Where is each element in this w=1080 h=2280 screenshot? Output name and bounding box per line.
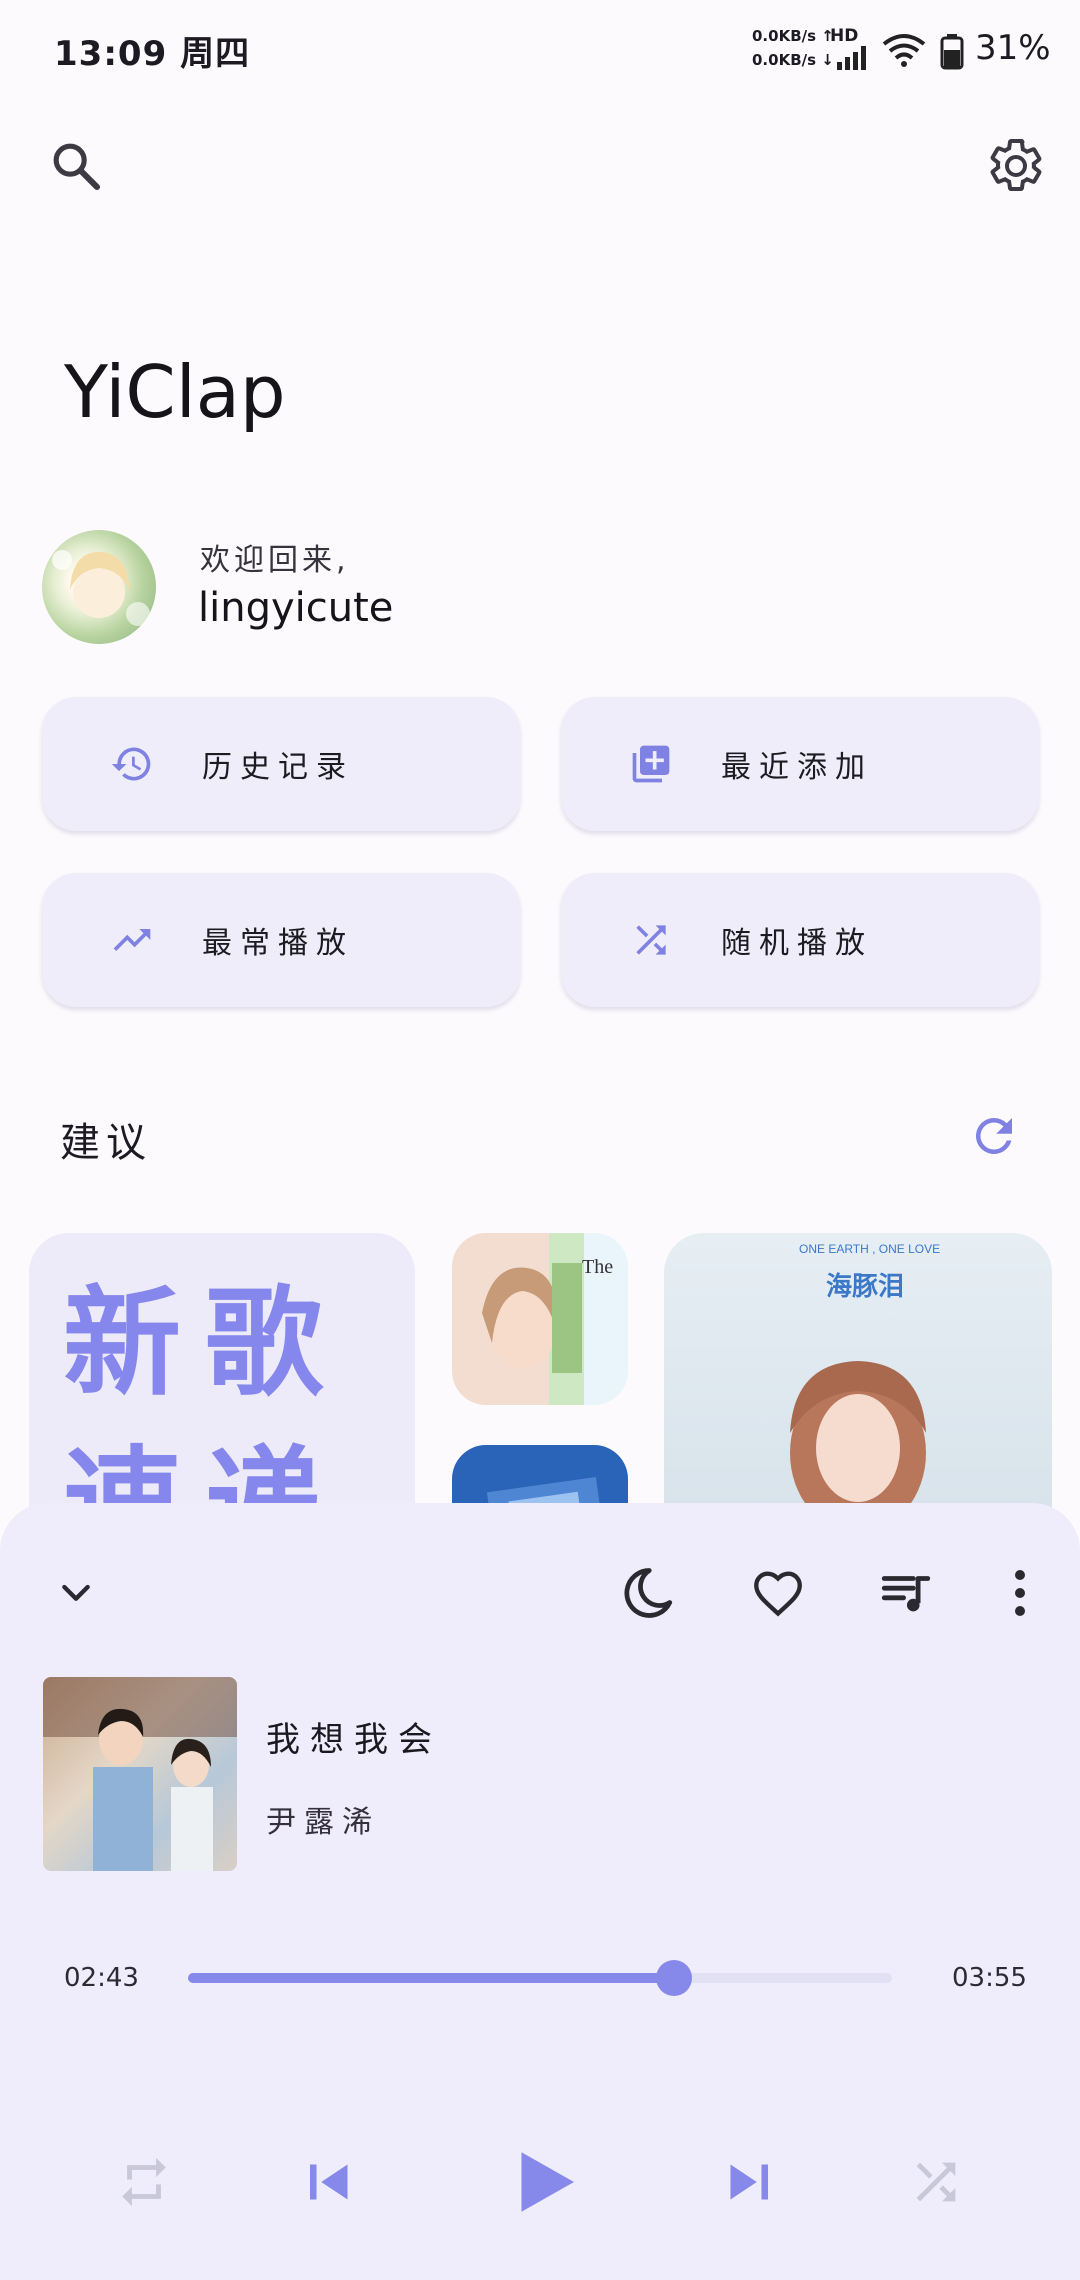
suggestion-thumb-1[interactable]: The xyxy=(452,1233,628,1405)
more-options-button[interactable] xyxy=(990,1553,1050,1633)
settings-button[interactable] xyxy=(978,128,1054,204)
search-button[interactable] xyxy=(40,130,112,202)
history-label: 历史记录 xyxy=(202,750,354,785)
shuffle-play-tile[interactable]: 随机播放 xyxy=(561,873,1039,1007)
album-cover-art xyxy=(43,1677,237,1871)
total-time: 03:55 xyxy=(952,1963,1027,1993)
heart-icon xyxy=(754,1571,802,1617)
wifi-icon xyxy=(882,34,926,67)
play-button[interactable] xyxy=(496,2132,596,2232)
welcome-text: 欢迎回来, xyxy=(200,543,350,578)
history-icon xyxy=(102,742,162,786)
skip-previous-icon xyxy=(310,2164,348,2200)
trending-up-icon xyxy=(102,918,162,962)
recently-added-label: 最近添加 xyxy=(721,750,873,785)
current-time: 02:43 xyxy=(64,1963,139,1993)
hd-indicator: HD xyxy=(830,26,859,46)
moon-icon xyxy=(624,1568,673,1618)
network-speed: 0.0KB/s ↑ 0.0KB/s ↓ xyxy=(752,27,834,69)
avatar[interactable] xyxy=(42,530,156,644)
gear-icon xyxy=(990,138,1042,191)
library-add-icon xyxy=(621,742,681,786)
previous-button[interactable] xyxy=(290,2142,370,2222)
repeat-icon xyxy=(122,2157,166,2207)
repeat-button[interactable] xyxy=(104,2142,184,2222)
suggestion-card-photo[interactable]: ONE EARTH , ONE LOVE 海豚泪 xyxy=(664,1233,1052,1533)
avatar-image xyxy=(52,550,150,626)
refresh-button[interactable] xyxy=(958,1100,1030,1172)
skip-next-icon xyxy=(730,2164,768,2200)
next-button[interactable] xyxy=(708,2142,788,2222)
seek-bar[interactable] xyxy=(188,1960,892,1996)
username: lingyicute xyxy=(198,585,394,631)
recently-added-tile[interactable]: 最近添加 xyxy=(561,697,1039,831)
playlist-icon xyxy=(881,1576,931,1612)
history-tile[interactable]: 历史记录 xyxy=(42,697,520,831)
shuffle-icon xyxy=(916,2162,956,2202)
status-time: 13:09 周四 xyxy=(54,34,251,74)
song-title: 我想我会 xyxy=(266,1720,442,1760)
artist-name: 尹露浠 xyxy=(266,1805,380,1840)
seek-bar-thumb[interactable] xyxy=(655,1960,692,1996)
battery-percent: 31% xyxy=(975,28,1051,68)
collapse-button[interactable] xyxy=(40,1556,112,1628)
seek-bar-progress xyxy=(188,1973,674,1983)
shuffle-play-label: 随机播放 xyxy=(721,926,873,961)
suggestions-title: 建议 xyxy=(60,1120,152,1166)
refresh-icon xyxy=(975,1118,1012,1154)
most-played-label: 最常播放 xyxy=(202,926,354,961)
album-art-3: ONE EARTH , ONE LOVE 海豚泪 xyxy=(790,1242,940,1533)
favorite-button[interactable] xyxy=(738,1553,818,1633)
play-icon xyxy=(521,2152,574,2212)
new-songs-card[interactable]: 新歌速递 xyxy=(29,1233,415,1533)
status-bar: 13:09 周四 0.0KB/s ↑ 0.0KB/s ↓ HD 31% xyxy=(0,0,1080,100)
search-icon xyxy=(53,143,101,191)
chevron-down-icon xyxy=(62,1584,90,1601)
svg-text:海豚泪: 海豚泪 xyxy=(826,1272,904,1302)
album-art-1: The xyxy=(482,1256,613,1373)
album-cover[interactable] xyxy=(43,1677,237,1871)
shuffle-button[interactable] xyxy=(896,2142,976,2222)
battery-icon xyxy=(940,34,964,70)
more-vert-icon xyxy=(1015,1570,1025,1616)
most-played-tile[interactable]: 最常播放 xyxy=(42,873,520,1007)
shuffle-icon xyxy=(621,918,681,962)
signal-icon xyxy=(837,46,866,70)
sleep-timer-button[interactable] xyxy=(608,1553,688,1633)
svg-text:ONE EARTH , ONE LOVE: ONE EARTH , ONE LOVE xyxy=(799,1242,940,1256)
app-title: YiClap xyxy=(64,350,286,434)
queue-button[interactable] xyxy=(866,1553,946,1633)
svg-text:The: The xyxy=(582,1256,613,1278)
new-songs-card-text: 新歌速递 xyxy=(63,1274,348,1533)
